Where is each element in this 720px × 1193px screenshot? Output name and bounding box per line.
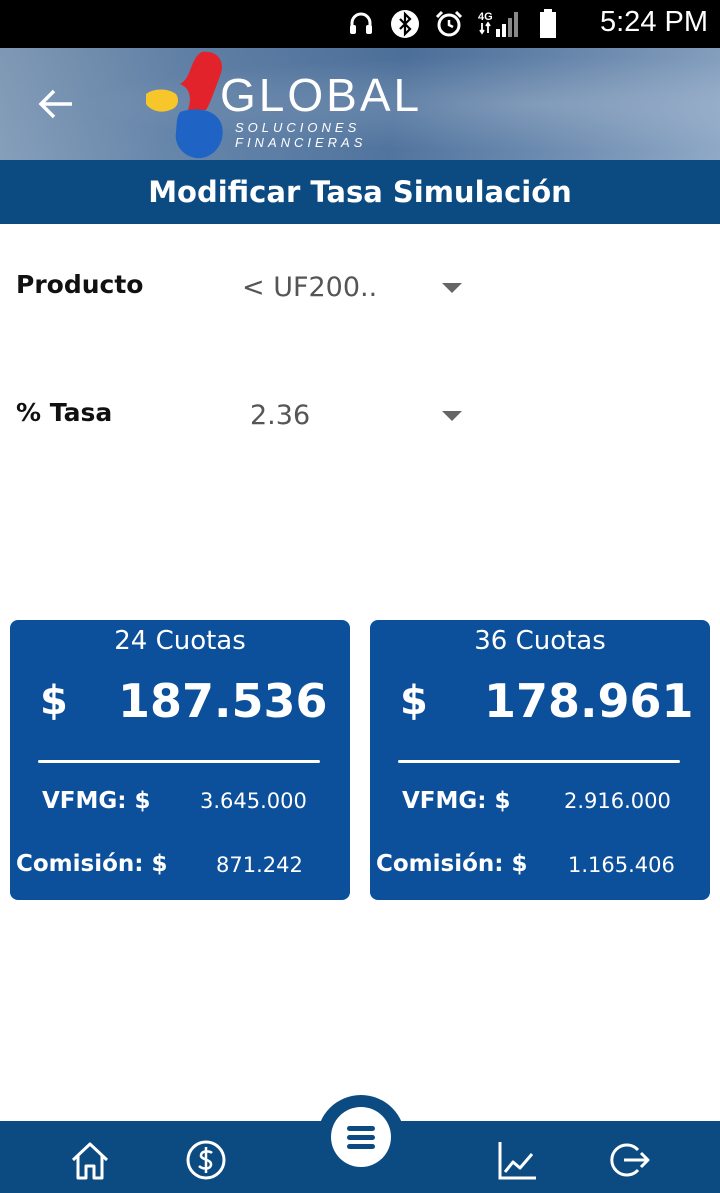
card-heading: 24 Cuotas (114, 626, 246, 656)
nav-logout-button[interactable] (606, 1136, 654, 1184)
commission-label: Comisión: $ (16, 851, 168, 877)
alarm-icon (434, 9, 464, 39)
signal-icon: 4G (478, 9, 524, 39)
rate-select-value: 2.36 (250, 400, 311, 431)
product-select[interactable]: < UF200.. (230, 258, 470, 318)
vfmg-label: VFMG: $ (402, 788, 511, 814)
title-bar: Modificar Tasa Simulación (0, 160, 720, 224)
installment-card-36: 36 Cuotas $ 178.961 VFMG: $ 2.916.000 Co… (370, 620, 710, 900)
status-bar: 4G 5:24 PM (0, 0, 720, 48)
rate-select[interactable]: 2.36 (230, 386, 470, 446)
dollar-circle-icon (186, 1140, 226, 1180)
logo-wordmark: GLOBAL (220, 69, 423, 121)
card-heading: 36 Cuotas (474, 626, 606, 656)
installment-amount: 187.536 (118, 674, 328, 728)
menu-icon (347, 1126, 375, 1149)
card-divider (38, 760, 320, 763)
page-title: Modificar Tasa Simulación (148, 175, 572, 209)
nav-home-button[interactable] (66, 1136, 114, 1184)
currency-symbol: $ (40, 678, 68, 724)
commission-value: 871.242 (216, 853, 303, 877)
commission-label: Comisión: $ (376, 851, 528, 877)
chart-line-icon (498, 1142, 536, 1180)
back-button[interactable] (36, 86, 76, 122)
nav-payments-button[interactable] (182, 1136, 230, 1184)
status-time: 5:24 PM (600, 6, 708, 38)
nav-reports-button[interactable] (492, 1136, 540, 1184)
card-divider (398, 760, 680, 763)
currency-symbol: $ (400, 678, 428, 724)
status-icons: 4G (346, 8, 558, 40)
logo-subtitle: SOLUCIONES FINANCIERAS (235, 120, 367, 150)
battery-icon (538, 9, 558, 39)
rate-label: % Tasa (16, 398, 113, 427)
arrow-left-icon (38, 89, 72, 119)
vfmg-value: 3.645.000 (200, 789, 307, 813)
vfmg-label: VFMG: $ (42, 788, 151, 814)
product-select-value: < UF200.. (242, 272, 378, 303)
installment-card-24: 24 Cuotas $ 187.536 VFMG: $ 3.645.000 Co… (10, 620, 350, 900)
vfmg-value: 2.916.000 (564, 789, 671, 813)
global-logo: GLOBAL SOLUCIONES FINANCIERAS (140, 48, 490, 160)
bluetooth-icon (390, 9, 420, 39)
installment-amount: 178.961 (484, 674, 694, 728)
svg-text:4G: 4G (478, 11, 493, 23)
commission-value: 1.165.406 (568, 853, 675, 877)
logo-mark-icon (146, 51, 223, 159)
home-icon (71, 1142, 109, 1180)
header-banner: GLOBAL SOLUCIONES FINANCIERAS (0, 48, 720, 160)
caret-down-icon (442, 411, 462, 421)
caret-down-icon (442, 283, 462, 293)
product-label: Producto (16, 270, 144, 299)
menu-button[interactable] (331, 1107, 391, 1167)
logout-icon (610, 1143, 650, 1177)
headset-icon (346, 9, 376, 39)
